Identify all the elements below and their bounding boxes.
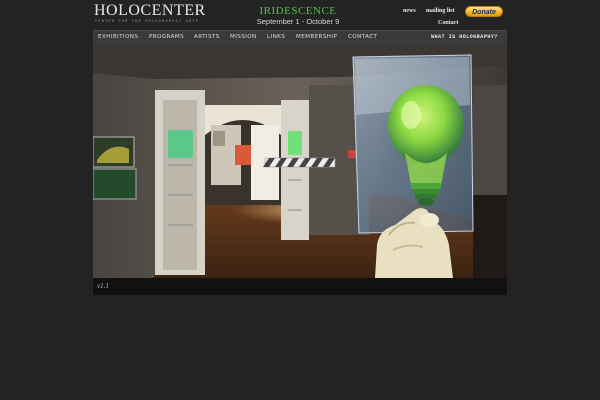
exhibition-promo[interactable]: IRIDESCENCE September 1 - October 9 — [243, 5, 353, 26]
site-logo[interactable]: HOLOCENTER — [94, 2, 206, 20]
news-link[interactable]: news — [403, 8, 416, 14]
nav-item-exhibitions[interactable]: EXHIBITIONS — [98, 34, 138, 40]
mailing-list-link[interactable]: mailing list — [426, 8, 455, 14]
nav-item-contact[interactable]: CONTACT — [348, 34, 377, 40]
nav-item-links[interactable]: LINKS — [267, 34, 285, 40]
main-nav: EXHIBITIONS PROGRAMS ARTISTS MISSION LIN… — [93, 30, 507, 45]
hero-image — [93, 45, 507, 278]
page: HOLOCENTER CENTER FOR THE HOLOGRAPHIC AR… — [93, 0, 507, 295]
nav-item-artists[interactable]: ARTISTS — [194, 34, 220, 40]
version-caption: v1.1 — [97, 282, 109, 290]
nav-item-mission[interactable]: MISSION — [230, 34, 257, 40]
caption-bar: v1.1 — [93, 278, 507, 295]
nav-item-membership[interactable]: MEMBERSHIP — [296, 34, 337, 40]
nav-item-programs[interactable]: PROGRAMS — [149, 34, 184, 40]
donate-button[interactable]: Donate — [465, 6, 503, 17]
promo-dates: September 1 - October 9 — [256, 17, 340, 26]
contact-link[interactable]: Contact — [438, 20, 458, 26]
promo-title[interactable]: IRIDESCENCE — [243, 5, 353, 17]
what-is-holography-link[interactable]: WHAT IS HOLOGRAPHY? — [431, 34, 498, 40]
loading-bar-icon — [263, 157, 336, 168]
gallery-hologram-lightbulb-image — [93, 45, 507, 278]
site-tagline: CENTER FOR THE HOLOGRAPHIC ARTS — [95, 20, 200, 24]
